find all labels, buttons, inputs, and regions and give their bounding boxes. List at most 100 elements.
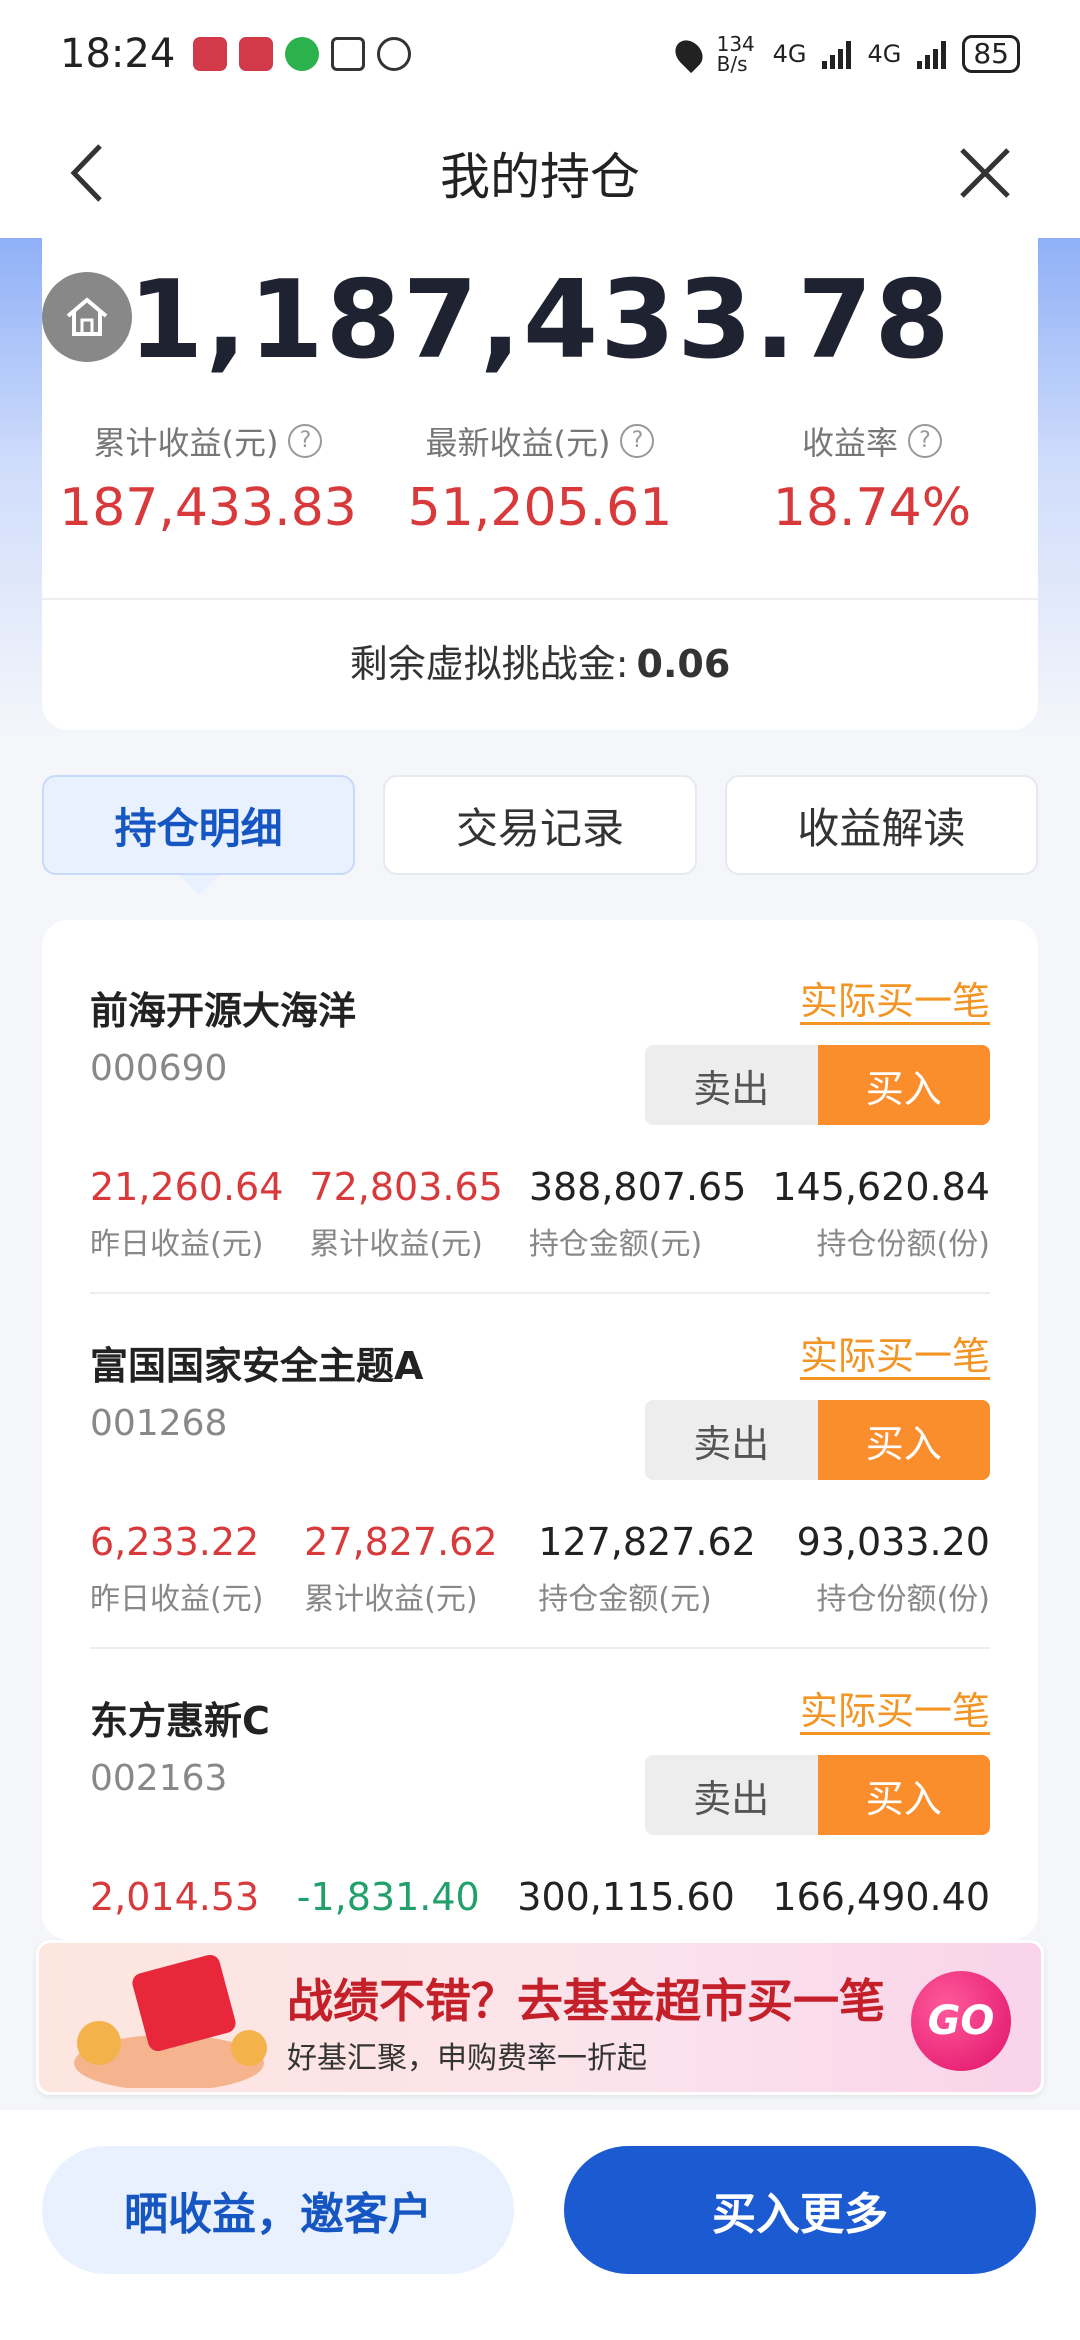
- metric-yesterday: 21,260.64 昨日收益(元): [90, 1165, 283, 1263]
- stat-rate: 收益率? 18.74%: [706, 418, 1038, 538]
- close-icon[interactable]: [950, 138, 1020, 208]
- go-button[interactable]: GO: [911, 1971, 1011, 2071]
- metric-label: 持仓份额(份): [816, 1227, 990, 1262]
- buy-button[interactable]: 买入: [817, 1755, 990, 1835]
- metric-label: 持仓金额(元): [528, 1227, 703, 1262]
- banner-title: 战绩不错？去基金超市买一笔: [287, 1974, 885, 2028]
- metric-cumulative: 27,827.62 累计收益(元): [304, 1520, 497, 1618]
- metric-amount: 127,827.62 持仓金额(元): [538, 1520, 756, 1618]
- fund-metrics: 6,233.22 昨日收益(元) 27,827.62 累计收益(元) 127,827…: [90, 1520, 990, 1618]
- nfc-icon: [331, 37, 366, 71]
- promo-banner[interactable]: 战绩不错？去基金超市买一笔 好基汇聚，申购费率一折起 GO: [36, 1940, 1044, 2095]
- status-bar: 18:24 134 B/s 4G 4G 85: [0, 0, 1080, 108]
- fund-code: 000690: [90, 1048, 228, 1089]
- metric-value: 27,827.62: [304, 1520, 498, 1564]
- battery-indicator: 85: [962, 35, 1020, 73]
- page-title: 我的持仓: [440, 148, 640, 206]
- metric-value: 72,803.65: [309, 1165, 503, 1209]
- fund-metrics: 21,260.64 昨日收益(元) 72,803.65 累计收益(元) 388,80…: [90, 1165, 990, 1263]
- share-earnings-button[interactable]: 晒收益，邀客户: [42, 2146, 514, 2274]
- help-icon[interactable]: ?: [908, 424, 942, 458]
- tab-trade-records[interactable]: 交易记录: [383, 775, 697, 875]
- divider: [42, 598, 1038, 600]
- summary-card: 1,187,433.78 累计收益(元)? 187,433.83 最新收益(元)…: [42, 238, 1038, 730]
- book-app-icon: [239, 37, 274, 71]
- buy-one-link[interactable]: 实际买一笔: [800, 1680, 990, 1735]
- book-app-icon: [193, 37, 228, 71]
- total-assets: 1,187,433.78: [128, 258, 952, 383]
- stat-label: 累计收益(元): [93, 424, 279, 462]
- fund-name[interactable]: 东方惠新C: [90, 1690, 270, 1745]
- signal-icon: [822, 39, 852, 69]
- summary-stats: 累计收益(元)? 187,433.83 最新收益(元)? 51,205.61 收…: [42, 418, 1038, 538]
- buy-more-button[interactable]: 买入更多: [564, 2146, 1036, 2274]
- metric-value: -1,831.40: [296, 1875, 480, 1919]
- metric-cumulative: 72,803.65 累计收益(元): [309, 1165, 502, 1263]
- metric-value: 166,490.40: [772, 1875, 990, 1919]
- remain-value: 0.06: [636, 642, 731, 686]
- trade-buttons: 卖出 买入: [645, 1400, 990, 1480]
- net-speed: 134 B/s: [716, 32, 755, 76]
- fund-code: 001268: [90, 1403, 228, 1444]
- tab-earnings-analysis[interactable]: 收益解读: [724, 775, 1038, 875]
- help-icon[interactable]: ?: [288, 424, 323, 458]
- remain-label: 剩余虚拟挑战金:: [349, 642, 629, 686]
- buy-button[interactable]: 买入: [817, 1045, 990, 1125]
- metric-value: 93,033.20: [796, 1520, 990, 1564]
- metric-shares: 93,033.20 持仓份额(份): [797, 1520, 990, 1618]
- net-type: 4G: [867, 40, 902, 68]
- tab-holdings-detail[interactable]: 持仓明细: [42, 775, 356, 875]
- status-time: 18:24: [60, 31, 176, 77]
- wechat-icon: [285, 37, 320, 71]
- list-item: 富国国家安全主题A 001268 实际买一笔 卖出 买入 6,233.22 昨日收…: [90, 1275, 990, 1630]
- stat-label: 收益率: [801, 424, 898, 462]
- help-icon[interactable]: ?: [620, 424, 655, 458]
- stat-value: 187,433.83: [59, 478, 357, 538]
- metric-amount: 300,115.60: [517, 1875, 735, 1919]
- fund-code: 002163: [90, 1758, 228, 1799]
- metric-value: 388,807.65: [528, 1165, 747, 1209]
- metric-shares: 145,620.84 持仓份额(份): [772, 1165, 990, 1263]
- net-type: 4G: [772, 40, 807, 68]
- nav-bar: 我的持仓: [0, 108, 1080, 238]
- buy-one-link[interactable]: 实际买一笔: [800, 970, 990, 1025]
- remaining-challenge-funds: 剩余虚拟挑战金: 0.06: [42, 633, 1038, 688]
- bottom-action-bar: 晒收益，邀客户 买入更多: [0, 2110, 1080, 2340]
- list-item: 东方惠新C 002163 实际买一笔 卖出 买入 2,014.53 -1,831…: [90, 1630, 990, 1940]
- metric-value: 6,233.22: [90, 1520, 260, 1564]
- metric-value: 127,827.62: [538, 1520, 756, 1564]
- list-item: 前海开源大海洋 000690 实际买一笔 卖出 买入 21,260.64 昨日收益…: [90, 920, 990, 1275]
- metric-label: 昨日收益(元): [90, 1227, 264, 1262]
- metric-yesterday: 6,233.22 昨日收益(元): [90, 1520, 263, 1618]
- fund-name[interactable]: 富国国家安全主题A: [90, 1335, 423, 1390]
- trade-buttons: 卖出 买入: [645, 1045, 990, 1125]
- trade-buttons: 卖出 买入: [645, 1755, 990, 1835]
- metric-value: 300,115.60: [517, 1875, 735, 1919]
- metric-label: 累计收益(元): [304, 1582, 478, 1617]
- stat-label: 最新收益(元): [425, 424, 611, 462]
- back-icon[interactable]: [60, 138, 120, 208]
- fund-name[interactable]: 前海开源大海洋: [90, 980, 356, 1035]
- sell-button[interactable]: 卖出: [645, 1400, 818, 1480]
- fund-metrics: 2,014.53 -1,831.40 300,115.60 166,490.40: [90, 1875, 990, 1919]
- stat-cumulative: 累计收益(元)? 187,433.83: [42, 418, 374, 538]
- metric-value: 21,260.64: [90, 1165, 284, 1209]
- metric-amount: 388,807.65 持仓金额(元): [529, 1165, 747, 1263]
- metric-label: 昨日收益(元): [90, 1582, 264, 1617]
- stat-value: 51,205.61: [407, 478, 673, 538]
- buy-one-link[interactable]: 实际买一笔: [800, 1325, 990, 1380]
- metric-shares: 166,490.40: [772, 1875, 990, 1919]
- metric-label: 累计收益(元): [309, 1227, 483, 1262]
- sell-button[interactable]: 卖出: [645, 1755, 818, 1835]
- alarm-icon: [377, 37, 412, 71]
- sell-button[interactable]: 卖出: [645, 1045, 818, 1125]
- tab-bar: 持仓明细 交易记录 收益解读: [42, 775, 1038, 875]
- metric-value: 145,620.84: [772, 1165, 990, 1209]
- signal-icon: [917, 39, 947, 69]
- metric-yesterday: 2,014.53: [90, 1875, 259, 1919]
- buy-button[interactable]: 买入: [817, 1400, 990, 1480]
- metric-label: 持仓金额(元): [538, 1582, 712, 1617]
- metric-value: 2,014.53: [90, 1875, 260, 1919]
- stat-value: 18.74%: [772, 478, 972, 538]
- metric-label: 持仓份额(份): [816, 1582, 990, 1617]
